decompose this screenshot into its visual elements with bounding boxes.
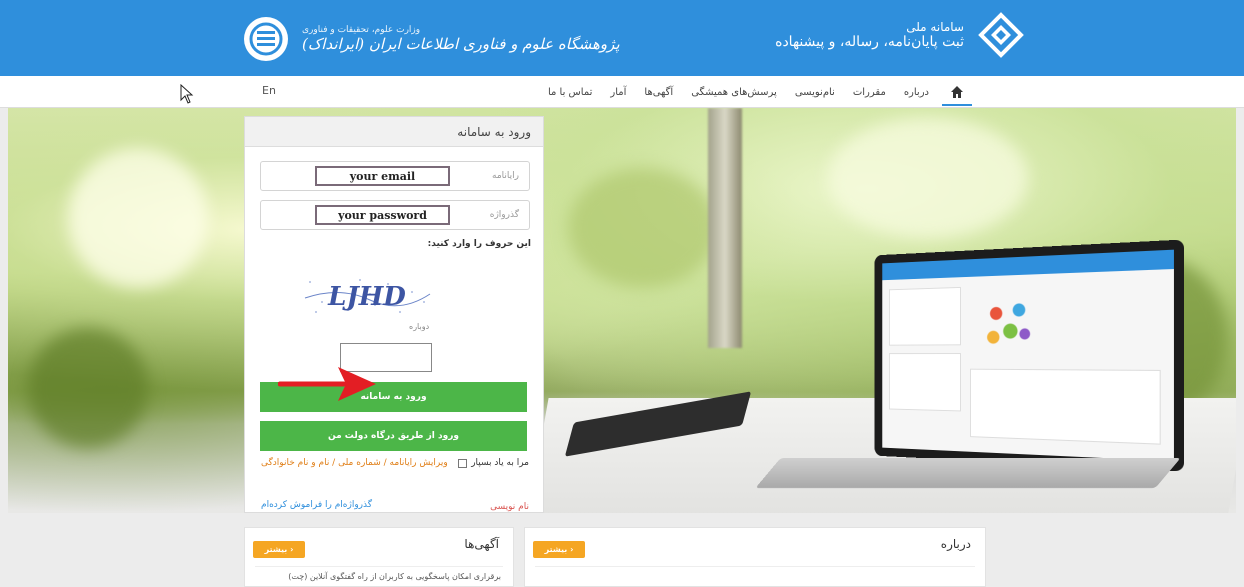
password-field[interactable]: گذرواژه your password — [260, 200, 530, 230]
captcha-text: LJHD — [327, 282, 406, 312]
password-placeholder: گذرواژه — [489, 210, 519, 220]
password-annotation: your password — [315, 205, 450, 225]
system-title: ثبت پایان‌نامه، رساله، و پیشنهاده — [775, 34, 964, 50]
irandoc-brand[interactable]: وزارت علوم، تحقیقات و فناوری پژوهشگاه عل… — [244, 14, 620, 64]
login-panel: ورود به سامانه رایانامه your email گذروا… — [244, 116, 544, 513]
nav-stats[interactable]: آمار — [601, 87, 635, 98]
captcha-image: LJHD — [300, 272, 434, 318]
language-switch[interactable]: En — [262, 84, 276, 97]
gov-login-button[interactable]: ورود از طریق درگاه دولت من — [260, 421, 527, 451]
system-brand[interactable]: سامانه ملی ثبت پایان‌نامه، رساله، و پیشن… — [775, 12, 1024, 58]
register-link[interactable]: نام نویسی — [490, 502, 529, 512]
hero-background — [8, 108, 1236, 513]
ads-title: آگهی‌ها — [464, 537, 499, 551]
home-icon — [951, 86, 963, 98]
ads-more-button[interactable]: بیشتر › — [253, 541, 305, 558]
nav-about[interactable]: درباره — [895, 87, 938, 98]
main-nav: En درباره مقررات نام‌نویسی پرسش‌های همیش… — [0, 76, 1244, 108]
login-title: ورود به سامانه — [245, 117, 543, 147]
remember-label: مرا به یاد بسپار — [471, 458, 529, 468]
captcha-label: این حروف را وارد کنید: — [427, 239, 531, 249]
ministry-subtitle: وزارت علوم، تحقیقات و فناوری — [302, 25, 421, 35]
about-title: درباره — [940, 537, 971, 551]
remember-checkbox[interactable] — [458, 458, 468, 468]
email-placeholder: رایانامه — [492, 171, 519, 181]
red-arrow-icon — [278, 367, 376, 401]
laptop-image — [874, 239, 1185, 472]
ads-card: آگهی‌ها بیشتر › برقراری امکان پاسخگویی ب… — [244, 527, 514, 587]
irandoc-logo-icon — [244, 17, 288, 61]
site-header: وزارت علوم، تحقیقات و فناوری پژوهشگاه عل… — [0, 0, 1244, 76]
nav-ads[interactable]: آگهی‌ها — [635, 87, 682, 98]
remember-me[interactable]: مرا به یاد بسپار — [458, 458, 529, 468]
refresh-captcha-link[interactable]: دوباره — [409, 322, 429, 331]
nav-faq[interactable]: پرسش‌های همیشگی — [682, 87, 786, 98]
forgot-password-link[interactable]: گذرواژه‌ام را فراموش کرده‌ام — [261, 500, 372, 510]
mouse-pointer-icon — [180, 84, 194, 104]
nav-rules[interactable]: مقررات — [844, 87, 895, 98]
system-subtitle: سامانه ملی — [906, 20, 964, 34]
email-field[interactable]: رایانامه your email — [260, 161, 530, 191]
email-annotation: your email — [315, 166, 450, 186]
nav-register[interactable]: نام‌نویسی — [786, 87, 844, 98]
irandoc-title: پژوهشگاه علوم و فناوری اطلاعات ایران (ای… — [302, 35, 620, 53]
system-logo-icon — [978, 12, 1024, 58]
edit-profile-link[interactable]: ویرایش رایانامه / شماره ملی / نام و نام … — [261, 458, 448, 468]
about-more-button[interactable]: بیشتر › — [533, 541, 585, 558]
nav-home[interactable] — [938, 76, 976, 108]
about-card: درباره بیشتر › — [524, 527, 986, 587]
nav-contact[interactable]: تماس با ما — [539, 87, 601, 98]
